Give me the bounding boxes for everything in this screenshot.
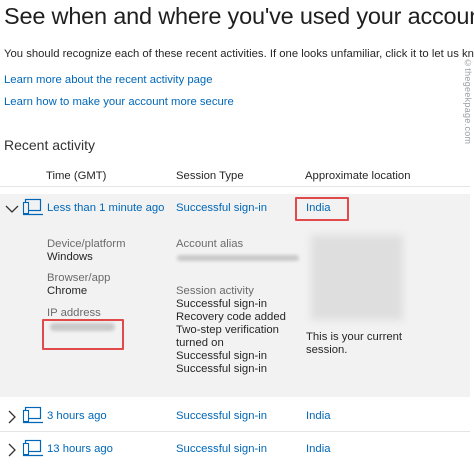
activity-time-link[interactable]: 3 hours ago [47,410,107,422]
computer-icon [22,198,43,216]
row-divider [0,431,470,432]
current-session-note-cont: session. [306,344,348,356]
session-activity-item: Successful sign-in [176,298,268,310]
session-type-link[interactable]: Successful sign-in [176,410,267,422]
recent-activity-help-link[interactable]: Learn more about the recent activity pag… [4,74,213,86]
chevron-right-icon[interactable] [3,408,21,426]
ip-address-label: IP address [47,307,101,319]
session-activity-item: turned on [176,337,224,349]
recent-activity-heading: Recent activity [4,137,96,153]
ip-address-highlight-box [42,319,124,350]
page-title: See when and where you've used your acco… [4,3,474,29]
account-alias-label: Account alias [176,238,244,250]
header-divider [0,186,470,187]
activity-time-link[interactable]: Less than 1 minute ago [47,202,164,214]
browser-app-label: Browser/app [47,272,111,284]
browser-app-value: Chrome [47,285,88,297]
activity-row[interactable]: 13 hours ago Successful sign-in India [0,435,470,465]
session-activity-item: Successful sign-in [176,363,268,375]
watermark: ©thegeekpage.com [463,58,473,145]
session-type-link[interactable]: Successful sign-in [176,202,267,214]
account-alias-redacted [177,255,299,261]
session-activity-item: Successful sign-in [176,350,268,362]
page-subtitle: You should recognize each of these recen… [4,48,474,60]
account-security-link[interactable]: Learn how to make your account more secu… [4,96,234,108]
column-header-location: Approximate location [305,170,411,182]
session-activity-label: Session activity [176,285,254,297]
chevron-right-icon[interactable] [3,441,21,459]
session-type-link[interactable]: Successful sign-in [176,443,267,455]
session-activity-item: Two-step verification [176,324,279,336]
device-platform-value: Windows [47,251,93,263]
location-highlight-box [295,197,349,221]
chevron-down-icon[interactable] [3,200,21,218]
current-session-note: This is your current [306,331,403,343]
activity-row[interactable]: Less than 1 minute ago Successful sign-i… [0,194,470,224]
activity-row[interactable]: 3 hours ago Successful sign-in India [0,402,470,432]
session-activity-item: Recovery code added [176,311,286,323]
location-link[interactable]: India [306,410,331,422]
activity-time-link[interactable]: 13 hours ago [47,443,113,455]
device-platform-label: Device/platform [47,238,126,250]
computer-icon [22,406,43,424]
column-header-time: Time (GMT) [46,170,107,182]
column-header-session-type: Session Type [176,170,244,182]
location-map-redacted [311,235,403,320]
location-link[interactable]: India [306,443,331,455]
computer-icon [22,439,43,457]
